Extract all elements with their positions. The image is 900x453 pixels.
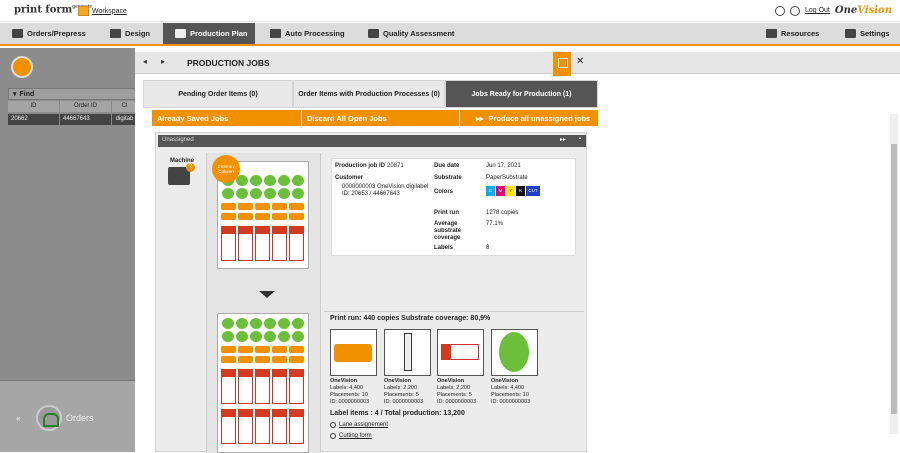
fast-forward-icon: ▸▸ <box>476 113 484 123</box>
panel-header: Unassigned ▸▸ ▪ <box>158 135 586 147</box>
color-swatch-c: C <box>486 186 495 196</box>
lane-assignment-link[interactable]: Lane assignement <box>330 422 388 428</box>
arrow-down-icon <box>259 291 275 298</box>
prev-arrow-icon[interactable]: ◂ <box>143 57 147 66</box>
tab-order-items-production[interactable]: Order Items with Production Processes (0… <box>293 80 445 108</box>
label-info: OneVision Labels: 4,400 Placements: 10 ID: … <box>491 378 531 405</box>
nav-quality-assessment[interactable]: Quality Assessment <box>368 23 454 44</box>
label-info: OneVision Labels: 2,200 Placements: 5 ID: 0… <box>437 378 477 405</box>
plan-icon <box>175 29 186 38</box>
label-thumbnail[interactable] <box>384 329 431 376</box>
help-icon[interactable] <box>774 5 785 16</box>
orders-icon[interactable] <box>36 405 62 431</box>
trash-icon[interactable]: ▪ <box>579 136 581 142</box>
items-column-badge: 2 items / Column <box>212 155 240 183</box>
quality-icon <box>368 29 379 38</box>
tab-pending-order-items[interactable]: Pending Order Items (0) <box>143 80 293 108</box>
chevron-down-icon: ▾ <box>13 91 17 98</box>
fast-forward-icon[interactable]: ▸▸ <box>560 136 566 143</box>
machine-icon[interactable] <box>168 163 195 185</box>
color-swatch-cut: CUT <box>526 186 540 196</box>
color-swatch-m: M <box>496 186 505 196</box>
cutting-form-link[interactable]: Cutting form <box>330 433 372 439</box>
production-totals: Label items : 4 / Total production: 13,2… <box>330 410 465 417</box>
label-thumbnail[interactable] <box>330 329 377 376</box>
next-arrow-icon[interactable]: ▸ <box>161 57 165 66</box>
tab-jobs-ready[interactable]: Jobs Ready for Production (1) <box>445 80 598 108</box>
tab-bar: Pending Order Items (0) Order Items with… <box>143 80 598 108</box>
job-details: Production job ID 20871 Customer 0000000… <box>331 158 576 256</box>
workspace-link[interactable]: Workspace <box>78 6 127 16</box>
top-bar: print formgenerate Workspace Log Out One… <box>0 0 900 22</box>
onevision-logo: OneVision <box>834 5 892 16</box>
tools-icon <box>110 29 121 38</box>
scrollbar[interactable] <box>890 114 898 434</box>
color-swatch-y: Y <box>506 186 515 196</box>
machine-column: Machine <box>158 153 204 453</box>
nav-settings[interactable]: Settings <box>845 23 890 44</box>
already-saved-jobs-button[interactable]: Already Saved Jobs <box>152 110 302 126</box>
layers-icon <box>12 29 23 38</box>
label-thumbnail[interactable] <box>491 329 538 376</box>
unassigned-panel: Unassigned ▸▸ ▪ Machine 2 items / Column <box>155 132 587 453</box>
plus-icon <box>330 433 336 439</box>
plus-icon <box>330 422 336 428</box>
label-info: OneVision Labels: 2,200 Placements: 5 ID: 0… <box>384 378 424 405</box>
table-row[interactable]: 20662 44667643 digitab <box>8 114 138 125</box>
modal-header: ◂ ▸ PRODUCTION JOBS ✕ <box>135 52 900 76</box>
logout-link[interactable]: Log Out <box>805 7 830 14</box>
sheet-column: 2 items / Column <box>206 153 321 453</box>
nav-production-plan[interactable]: Production Plan <box>163 23 255 44</box>
nav-design[interactable]: Design <box>110 23 150 44</box>
order-table-header: ID Order ID Cl <box>8 101 138 112</box>
produce-unassigned-button[interactable]: ▸▸ Produce all unassigned jobs <box>460 110 598 126</box>
nav-resources[interactable]: Resources <box>766 23 819 44</box>
gear-icon <box>845 29 856 38</box>
label-thumbnail[interactable] <box>437 329 484 376</box>
main-nav: Orders/Prepress Design Production Plan A… <box>0 23 900 46</box>
color-swatch-k: K <box>516 186 525 196</box>
label-info: OneVision Labels: 4,400 Placements: 10 ID: … <box>330 378 370 405</box>
power-icon[interactable] <box>789 5 800 16</box>
chevron-left-icon[interactable]: « <box>16 414 20 423</box>
wrench-icon <box>766 29 777 38</box>
nav-orders-prepress[interactable]: Orders/Prepress <box>12 23 86 44</box>
avatar[interactable] <box>11 56 33 78</box>
modal-title: PRODUCTION JOBS <box>187 58 270 68</box>
find-button[interactable]: ▾ Find <box>8 88 138 100</box>
nav-auto-processing[interactable]: Auto Processing <box>270 23 345 44</box>
save-button[interactable] <box>553 52 571 76</box>
print-run-summary: Print run: 440 copies Substrate coverage… <box>330 315 491 322</box>
action-bar: Already Saved Jobs Discard All Open Jobs… <box>152 110 598 126</box>
sheet-preview-bottom[interactable] <box>217 313 309 453</box>
close-icon[interactable]: ✕ <box>576 56 584 67</box>
discard-open-jobs-button[interactable]: Discard All Open Jobs <box>302 110 460 126</box>
workspace-icon <box>78 6 89 16</box>
production-jobs-modal: ◂ ▸ PRODUCTION JOBS ✕ Pending Order Item… <box>135 52 900 453</box>
auto-icon <box>270 29 281 38</box>
orders-label: Orders <box>66 413 94 423</box>
